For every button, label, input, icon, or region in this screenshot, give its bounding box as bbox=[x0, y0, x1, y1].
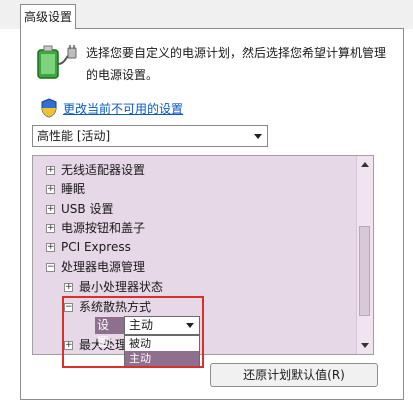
uac-shield-icon bbox=[41, 98, 57, 118]
tree-item-label: 无线适配器设置 bbox=[61, 163, 146, 177]
tree-item-power-buttons[interactable]: + 电源按钮和盖子 bbox=[46, 218, 145, 238]
expand-icon[interactable]: + bbox=[46, 243, 55, 252]
tree-item-min-processor-state[interactable]: + 最小处理器状态 bbox=[64, 277, 163, 297]
expand-icon[interactable]: + bbox=[64, 341, 73, 350]
tree-item-label: 睡眠 bbox=[61, 182, 86, 196]
expand-icon[interactable]: + bbox=[46, 205, 55, 214]
chevron-down-icon bbox=[254, 134, 262, 139]
scroll-up-icon[interactable] bbox=[361, 162, 369, 167]
expand-icon[interactable]: + bbox=[46, 185, 55, 194]
description-line-1: 选择您要自定义的电源计划，然后选择您希望计算机管理 bbox=[86, 46, 387, 60]
power-plan-select[interactable]: 高性能 [活动] bbox=[32, 125, 268, 147]
setting-label: 设置: bbox=[95, 317, 124, 349]
battery-power-icon bbox=[37, 45, 77, 79]
cooling-policy-value: 主动 bbox=[129, 318, 154, 332]
tree-item-cooling-policy[interactable]: − 系统散热方式 bbox=[64, 297, 151, 317]
tree-item-sleep[interactable]: + 睡眠 bbox=[46, 179, 85, 199]
tree-item-processor-power[interactable]: − 处理器电源管理 bbox=[46, 257, 145, 277]
tree-item-max-processor-state[interactable]: +最大处理 bbox=[64, 335, 127, 355]
scroll-thumb[interactable] bbox=[359, 226, 370, 316]
cooling-policy-select[interactable]: 主动 bbox=[124, 316, 200, 335]
tree-item-usb[interactable]: + USB 设置 bbox=[46, 199, 113, 219]
tab-advanced-settings[interactable]: 高级设置 bbox=[20, 4, 76, 29]
tree-item-label: USB 设置 bbox=[61, 202, 114, 216]
tree-scrollbar[interactable] bbox=[356, 156, 373, 354]
tree-item-label: 系统散热方式 bbox=[79, 300, 152, 314]
description-line-2: 的电源设置。 bbox=[86, 68, 159, 82]
expand-icon[interactable]: + bbox=[46, 224, 55, 233]
restore-plan-defaults-button[interactable]: 还原计划默认值(R) bbox=[210, 363, 378, 387]
option-active[interactable]: 主动 bbox=[125, 351, 199, 366]
scroll-down-icon[interactable] bbox=[361, 343, 369, 348]
cooling-policy-dropdown[interactable]: 被动 主动 bbox=[124, 335, 200, 368]
collapse-icon[interactable]: − bbox=[64, 303, 73, 312]
expand-icon[interactable]: + bbox=[46, 166, 55, 175]
tree-item-label: PCI Express bbox=[61, 240, 131, 254]
tree-item-label: 电源按钮和盖子 bbox=[61, 221, 146, 235]
tree-item-pci-express[interactable]: + PCI Express bbox=[46, 237, 131, 257]
tree-item-label: 最小处理器状态 bbox=[79, 280, 164, 294]
change-unavailable-settings-link[interactable]: 更改当前不可用的设置 bbox=[63, 100, 183, 117]
tree-item-wireless-adapter[interactable]: + 无线适配器设置 bbox=[46, 160, 145, 180]
description-text: 选择您要自定义的电源计划，然后选择您希望计算机管理 的电源设置。 bbox=[86, 42, 396, 86]
collapse-icon[interactable]: − bbox=[46, 263, 55, 272]
expand-icon[interactable]: + bbox=[64, 283, 73, 292]
chevron-down-icon bbox=[186, 323, 194, 328]
option-passive[interactable]: 被动 bbox=[125, 336, 199, 351]
tree-item-label: 处理器电源管理 bbox=[61, 260, 146, 274]
power-plan-value: 高性能 [活动] bbox=[37, 129, 111, 143]
